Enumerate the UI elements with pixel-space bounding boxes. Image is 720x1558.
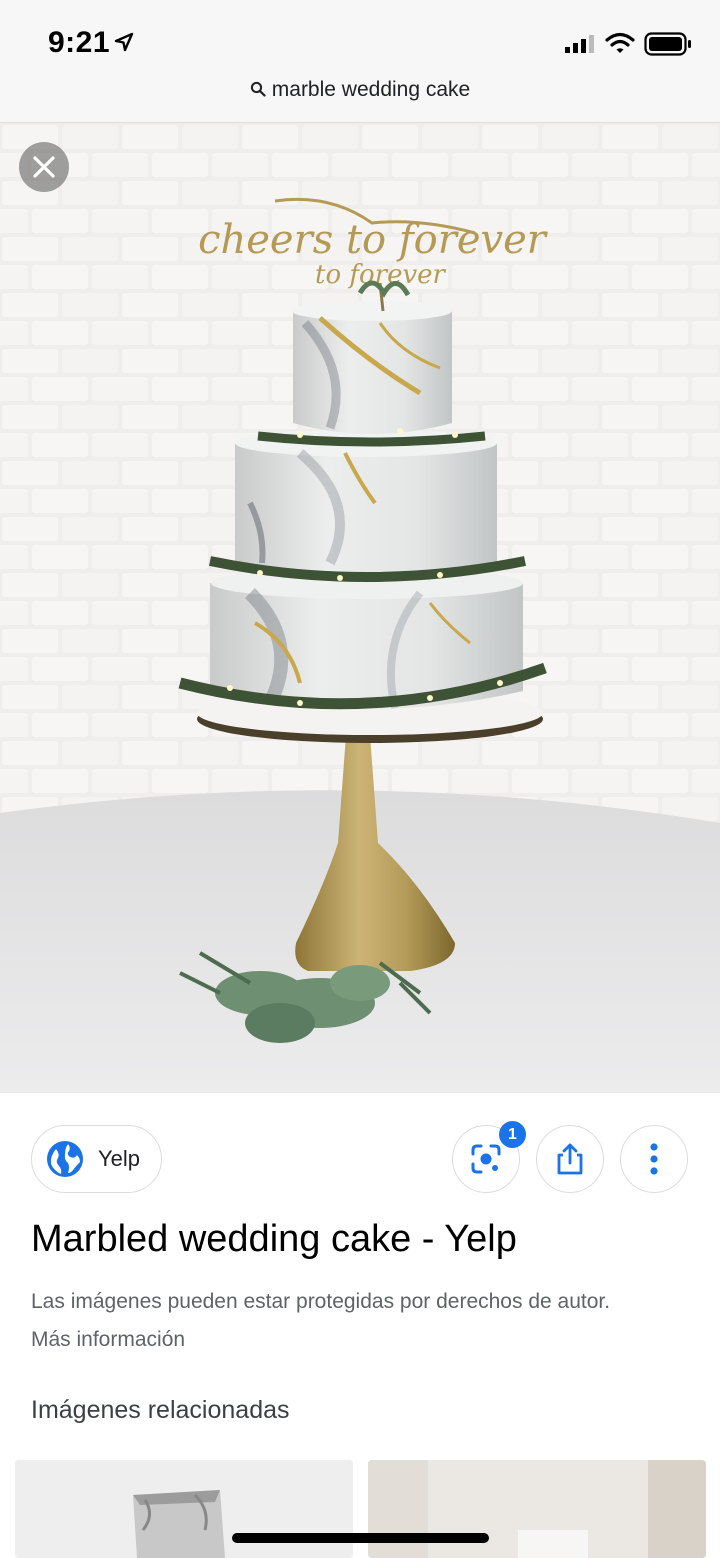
close-icon (33, 156, 55, 178)
search-icon (250, 81, 266, 97)
more-info-link[interactable]: Más información (31, 1328, 185, 1352)
globe-icon (47, 1141, 83, 1177)
more-options-button[interactable] (620, 1125, 688, 1193)
wifi-icon (605, 32, 635, 53)
search-query-text: marble wedding cake (271, 78, 471, 101)
search-query[interactable]: marble wedding cake (0, 78, 720, 102)
lens-icon (471, 1144, 501, 1174)
related-image-thumbnail[interactable] (368, 1460, 706, 1558)
related-images-heading: Imágenes relacionadas (31, 1396, 290, 1424)
related-image-thumbnail[interactable] (15, 1460, 353, 1558)
source-label: Yelp (98, 1146, 141, 1171)
close-button[interactable] (19, 142, 69, 192)
source-chip[interactable]: Yelp (31, 1125, 162, 1193)
lens-badge: 1 (499, 1121, 526, 1148)
status-time: 9:21 (48, 26, 111, 59)
more-vert-icon (650, 1143, 658, 1175)
status-bar: 9:21 (0, 0, 720, 70)
home-indicator (232, 1533, 489, 1543)
share-icon (557, 1143, 583, 1175)
cellular-signal-icon (565, 35, 594, 53)
search-header[interactable]: marble wedding cake (0, 70, 720, 123)
copyright-notice: Las imágenes pueden estar protegidas por… (31, 1290, 611, 1313)
result-image[interactable]: cheers to forever to forever (0, 123, 720, 1093)
result-title[interactable]: Marbled wedding cake - Yelp (31, 1218, 517, 1261)
location-arrow-icon (114, 32, 134, 52)
battery-icon (644, 32, 691, 56)
share-button[interactable] (536, 1125, 604, 1193)
